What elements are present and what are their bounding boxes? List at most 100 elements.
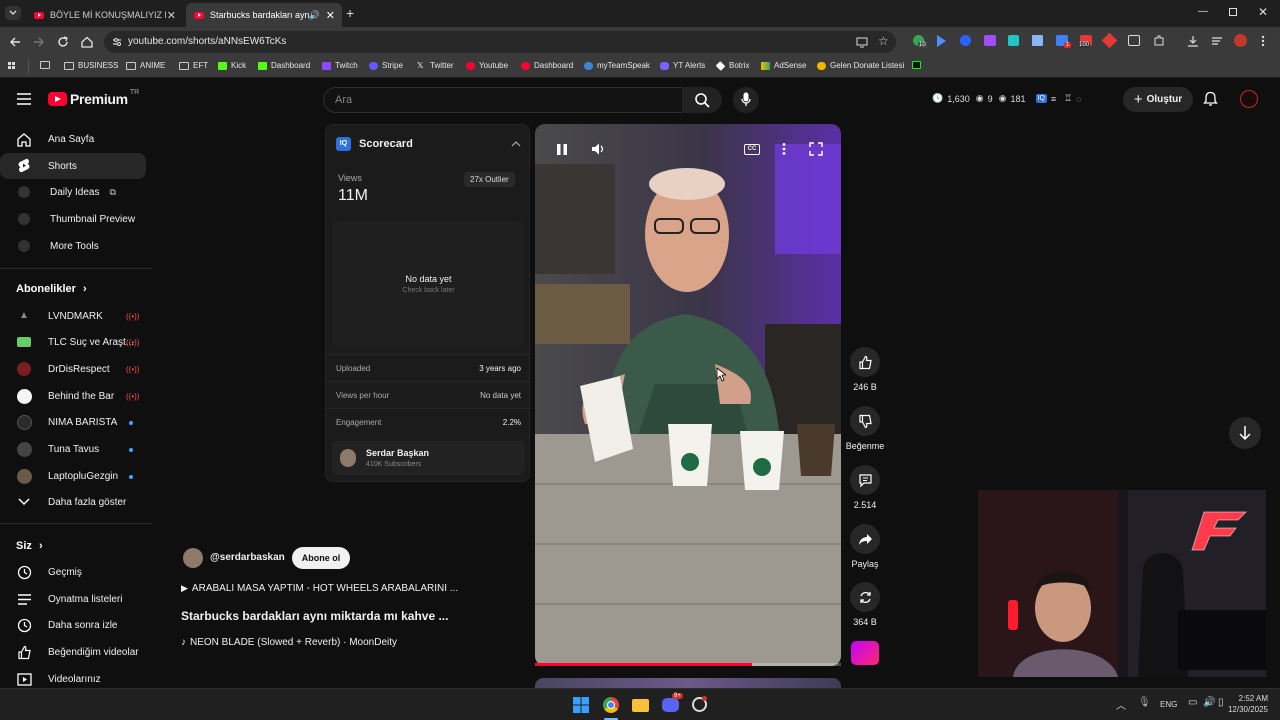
chrome-taskbar-icon[interactable] [603, 697, 619, 713]
bookmark-folder[interactable]: ANIME [126, 61, 165, 70]
download-icon[interactable] [1186, 34, 1200, 48]
sidebar-item-history[interactable]: Geçmiş [0, 559, 146, 585]
speaker-icon[interactable]: 🔊 [309, 10, 320, 21]
profile-avatar[interactable] [1234, 34, 1247, 47]
sidebar-item-home[interactable]: Ana Sayfa [0, 126, 146, 152]
bookmark-star-icon[interactable]: ☆ [878, 34, 889, 48]
tray-overflow-icon[interactable]: ︿ [1116, 697, 1126, 712]
subscribe-button[interactable]: Abone ol [292, 547, 350, 569]
file-explorer-icon[interactable] [632, 699, 649, 712]
network-icon[interactable]: ▭ [1188, 697, 1197, 708]
account-avatar[interactable] [1240, 90, 1258, 108]
new-tab-button[interactable]: + [346, 5, 354, 21]
sidebar-item-thumbnail-preview[interactable]: Thumbnail Preview [0, 206, 146, 232]
share-button[interactable]: Paylaş [847, 524, 883, 569]
vidiq-icon[interactable]: IQ [1035, 94, 1047, 103]
captions-icon[interactable]: CC [744, 144, 760, 155]
notifications-bell-icon[interactable] [1203, 91, 1218, 107]
subscription-item[interactable]: LaptopluGezgin [0, 463, 146, 489]
tab-close-icon[interactable]: ✕ [167, 9, 176, 22]
volume-tray-icon[interactable]: 🔊 [1203, 697, 1215, 708]
subscription-item[interactable]: ▲ LVNDMARK ((•)) [0, 303, 146, 329]
microphone-tray-icon[interactable]: 🎙 [1138, 697, 1151, 708]
voice-search-button[interactable] [733, 87, 759, 113]
bookmark-item[interactable]: 𝕏 Twitter [417, 61, 454, 70]
channel-handle[interactable]: @serdarbaskan [210, 552, 285, 563]
you-heading[interactable]: Siz › [16, 540, 43, 552]
channel-avatar[interactable] [183, 548, 203, 568]
award-icon[interactable]: ♖ [1064, 93, 1072, 104]
short-title[interactable]: Starbucks bardakları aynı miktarda mı ka… [181, 609, 448, 623]
bookmark-item[interactable]: YT Alerts [660, 61, 705, 70]
back-icon[interactable] [8, 35, 22, 49]
tab-search-button[interactable] [5, 6, 21, 20]
clock[interactable]: 2:52 AM 12/30/2025 [1226, 693, 1268, 715]
sidebar-item-liked-videos[interactable]: Beğendiğim videolar [0, 639, 146, 665]
sidebar-item-watch-later[interactable]: Daha sonra izle [0, 612, 146, 638]
tab-active[interactable]: Starbucks bardakları aynı m 🔊 ✕ [186, 3, 342, 27]
language-indicator[interactable]: ENG [1160, 700, 1177, 709]
subscription-item[interactable]: NIMA BARISTA [0, 409, 146, 435]
extension-icon[interactable] [1008, 35, 1019, 46]
shorts-video-player[interactable]: CC [535, 124, 841, 666]
collapse-chevron-icon[interactable] [511, 140, 521, 147]
tab-close-icon[interactable]: ✕ [326, 9, 335, 22]
windows-start-icon[interactable] [573, 697, 589, 713]
sidebar-item-more-tools[interactable]: More Tools [0, 233, 146, 259]
search-input[interactable]: Ara [323, 87, 683, 113]
dislike-button[interactable]: Beğenme [842, 406, 888, 451]
volume-icon[interactable] [591, 142, 605, 156]
apps-grid-icon[interactable] [8, 62, 18, 72]
close-window-button[interactable]: ✕ [1258, 5, 1268, 19]
maximize-button[interactable] [1229, 8, 1237, 16]
subscription-item[interactable]: TLC Suç ve Araşt... ((•)) [0, 329, 146, 355]
bookmark-item[interactable]: myTeamSpeak [584, 61, 650, 70]
bookmark-item[interactable] [912, 61, 925, 69]
extension-icon[interactable] [937, 35, 946, 47]
bookmark-folder[interactable] [40, 61, 54, 69]
install-app-icon[interactable] [856, 36, 868, 48]
video-progress-track[interactable] [535, 663, 841, 666]
more-vert-icon[interactable] [1260, 34, 1266, 48]
address-bar[interactable]: youtube.com/shorts/aNNsEW6TcKs ☆ [104, 31, 896, 53]
fullscreen-icon[interactable] [809, 142, 823, 156]
minimize-button[interactable]: — [1198, 6, 1208, 17]
forward-icon[interactable] [32, 35, 46, 49]
extension-icon[interactable] [1032, 35, 1043, 46]
site-info-icon[interactable] [112, 37, 122, 47]
battery-icon[interactable]: ▯ [1218, 697, 1224, 708]
bookmark-folder[interactable]: EFT [179, 61, 208, 70]
channel-row[interactable]: Serdar Başkan 410K Subscribers [332, 441, 525, 475]
sidebar-item-daily-ideas[interactable]: Daily Ideas ⧉ [0, 179, 146, 205]
bookmark-item[interactable]: Dashboard [258, 61, 310, 70]
search-button[interactable] [682, 87, 722, 113]
subscriptions-heading[interactable]: Abonelikler › [16, 283, 87, 295]
comments-button[interactable]: 2.514 [847, 465, 883, 510]
bookmark-item[interactable]: Dashboard [521, 61, 573, 70]
sidebar-item-shorts[interactable]: Shorts [0, 153, 146, 179]
sidebar-item-playlists[interactable]: Oynatma listeleri [0, 586, 146, 612]
bookmark-item[interactable]: Youtube [466, 61, 508, 70]
remix-button[interactable]: 364 B [847, 582, 883, 627]
bookmark-item[interactable]: Kick [218, 61, 246, 70]
discord-icon[interactable] [662, 698, 679, 712]
extension-icon[interactable] [984, 35, 996, 46]
tab-inactive[interactable]: BÖYLE Mİ KONUŞMALIYIZ KON ✕ [26, 3, 184, 27]
bookmark-item[interactable]: AdSense [761, 61, 806, 70]
show-more-button[interactable]: Daha fazla göster [0, 489, 146, 515]
related-video-link[interactable]: ▶ ARABALI MASA YAPTIM - HOT WHEELS ARABAL… [181, 583, 458, 594]
extension-icon[interactable] [1128, 35, 1140, 46]
create-button[interactable]: + Oluştur [1123, 87, 1193, 112]
bookmark-item[interactable]: Botrix [715, 60, 749, 71]
next-short-preview[interactable] [535, 678, 841, 688]
bookmark-item[interactable]: Stripe [369, 61, 403, 70]
subscription-item[interactable]: DrDisRespect ((•)) [0, 356, 146, 382]
url-text[interactable]: youtube.com/shorts/aNNsEW6TcKs [128, 36, 286, 47]
reading-list-icon[interactable] [1210, 34, 1224, 48]
list-icon[interactable]: ≡ [1051, 94, 1056, 104]
subscription-item[interactable]: Behind the Bar ((•)) [0, 383, 146, 409]
pause-icon[interactable] [556, 143, 568, 156]
extension-icon[interactable] [960, 35, 971, 46]
extension-icon[interactable] [1101, 32, 1118, 49]
music-link[interactable]: ♪ NEON BLADE (Slowed + Reverb) · MoonDeit… [181, 637, 397, 648]
